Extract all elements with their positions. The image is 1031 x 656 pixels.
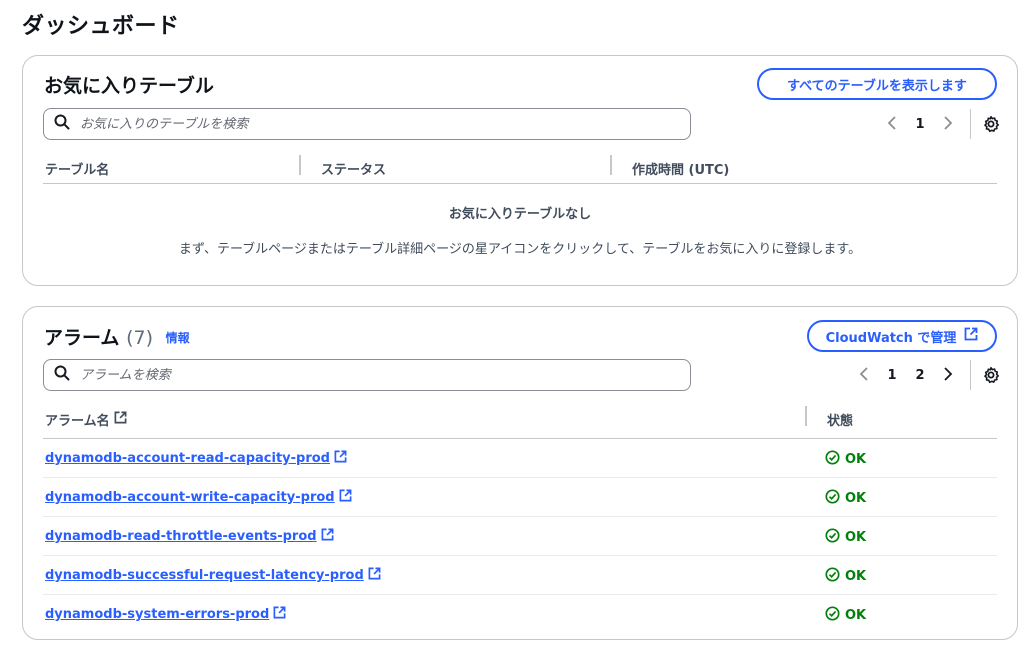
external-link-icon: [368, 567, 381, 584]
column-alarm-name-label: アラーム名: [45, 414, 110, 429]
alarm-name: dynamodb-account-read-capacity-prod: [45, 451, 330, 466]
status-badge: OK: [825, 606, 866, 625]
table-row: dynamodb-system-errors-prod OK: [43, 595, 997, 634]
column-created-time[interactable]: 作成時間 (UTC): [632, 159, 729, 178]
alarm-search-box: [43, 359, 691, 391]
prev-page-icon[interactable]: [850, 366, 878, 385]
favorite-table-header: テーブル名 ステータス 作成時間 (UTC): [43, 150, 997, 184]
alarm-name: dynamodb-account-write-capacity-prod: [45, 490, 335, 505]
status-badge: OK: [825, 450, 866, 469]
empty-state-title: お気に入りテーブルなし: [448, 207, 592, 222]
check-circle-icon: [825, 528, 840, 547]
alarm-link[interactable]: dynamodb-successful-request-latency-prod: [45, 567, 381, 584]
alarm-table-header: アラーム名 状態: [43, 401, 997, 439]
page-number[interactable]: 1: [906, 117, 934, 132]
status-text: OK: [845, 530, 867, 545]
alarm-name: dynamodb-system-errors-prod: [45, 607, 270, 622]
alarm-name: dynamodb-successful-request-latency-prod: [45, 568, 364, 583]
table-row: dynamodb-account-read-capacity-prod OK: [43, 439, 997, 478]
pager-divider: [970, 109, 971, 139]
status-badge: OK: [825, 528, 866, 547]
column-divider[interactable]: [299, 155, 301, 175]
table-row: dynamodb-read-throttle-events-prod OK: [43, 517, 997, 556]
column-alarm-name[interactable]: アラーム名: [45, 410, 127, 429]
empty-state-description: まず、テーブルページまたはテーブル詳細ページの星アイコンをクリックして、テーブル…: [178, 242, 862, 257]
table-row: dynamodb-successful-request-latency-prod…: [43, 556, 997, 595]
prev-page-icon[interactable]: [878, 115, 906, 134]
favorite-pagination: 1: [878, 108, 1003, 140]
column-table-name[interactable]: テーブル名: [45, 159, 109, 178]
column-divider[interactable]: [805, 406, 807, 426]
view-all-tables-label: すべてのテーブルを表示します: [787, 78, 967, 94]
status-text: OK: [845, 491, 867, 506]
check-circle-icon: [825, 606, 840, 625]
table-row: dynamodb-account-write-capacity-prod OK: [43, 478, 997, 517]
alarms-count: (7): [126, 327, 153, 349]
column-status[interactable]: ステータス: [321, 159, 386, 178]
alarm-link[interactable]: dynamodb-system-errors-prod: [45, 606, 286, 623]
check-circle-icon: [825, 450, 840, 469]
check-circle-icon: [825, 489, 840, 508]
alarms-title-text: アラーム: [44, 327, 120, 349]
favorite-tables-title: お気に入りテーブル: [44, 75, 214, 97]
alarms-panel: アラーム (7) 情報 CloudWatch で管理 1 2 アラーム名: [22, 306, 1018, 640]
gear-icon[interactable]: [979, 363, 1003, 387]
page-title: ダッシュボード: [22, 14, 180, 39]
external-link-icon: [114, 411, 127, 428]
check-circle-icon: [825, 567, 840, 586]
gear-icon[interactable]: [979, 112, 1003, 136]
manage-in-cloudwatch-button[interactable]: CloudWatch で管理: [807, 320, 997, 352]
search-icon: [54, 114, 70, 134]
page-number[interactable]: 2: [906, 368, 934, 383]
alarm-link[interactable]: dynamodb-account-write-capacity-prod: [45, 489, 352, 506]
favorite-search-input[interactable]: [80, 116, 660, 132]
external-link-icon: [273, 606, 286, 623]
next-page-icon[interactable]: [934, 115, 962, 134]
favorite-search-box: [43, 108, 691, 140]
external-link-icon: [339, 489, 352, 506]
status-text: OK: [845, 608, 867, 623]
favorite-tables-panel: お気に入りテーブル すべてのテーブルを表示します 1 テーブル名 ステータス 作…: [22, 55, 1018, 286]
status-badge: OK: [825, 567, 866, 586]
alarm-link[interactable]: dynamodb-read-throttle-events-prod: [45, 528, 334, 545]
column-divider[interactable]: [610, 155, 612, 175]
external-link-icon: [321, 528, 334, 545]
manage-in-cloudwatch-label: CloudWatch で管理: [825, 330, 957, 346]
alarm-name: dynamodb-read-throttle-events-prod: [45, 529, 317, 544]
search-icon: [54, 365, 70, 385]
status-text: OK: [845, 569, 867, 584]
alarm-link[interactable]: dynamodb-account-read-capacity-prod: [45, 450, 347, 467]
next-page-icon[interactable]: [934, 366, 962, 385]
external-link-icon: [334, 450, 347, 467]
page-number[interactable]: 1: [878, 368, 906, 383]
status-text: OK: [845, 452, 867, 467]
external-link-icon: [964, 327, 978, 345]
status-badge: OK: [825, 489, 866, 508]
alarm-search-input[interactable]: [80, 367, 660, 383]
info-link[interactable]: 情報: [166, 331, 190, 345]
view-all-tables-button[interactable]: すべてのテーブルを表示します: [757, 68, 997, 100]
column-state[interactable]: 状態: [827, 410, 853, 429]
pager-divider: [970, 360, 971, 390]
alarms-title: アラーム (7) 情報: [44, 323, 190, 350]
alarm-pagination: 1 2: [850, 359, 1003, 391]
